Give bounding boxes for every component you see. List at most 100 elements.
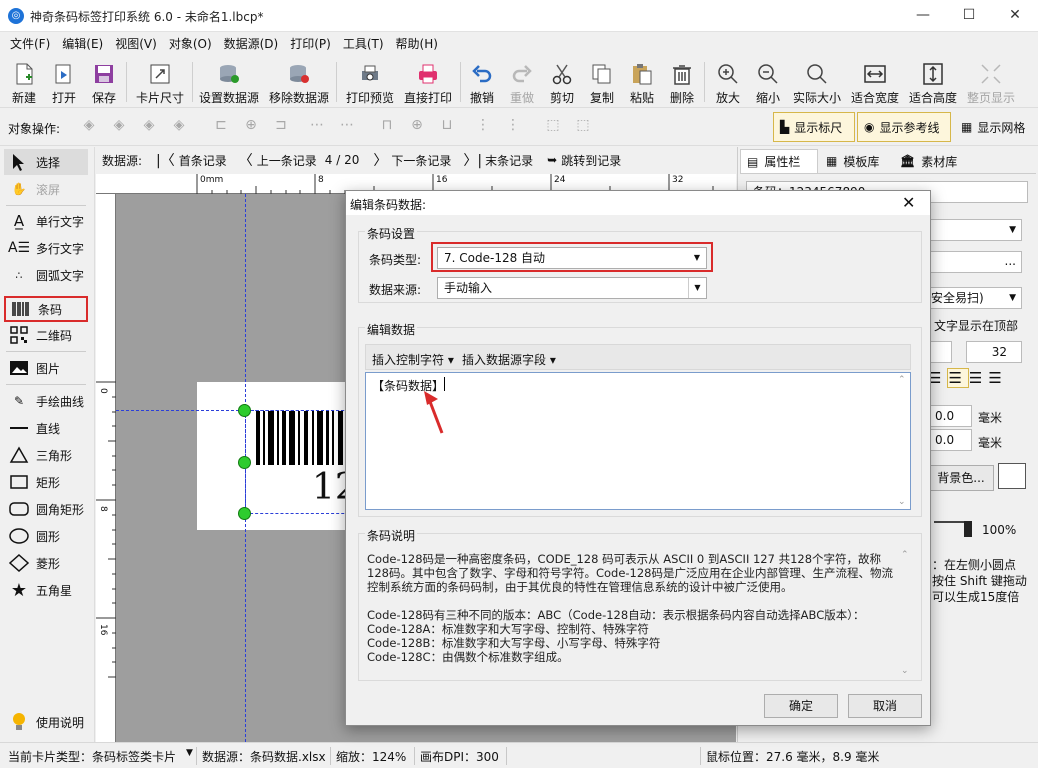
tool-line[interactable]: 直线 [4, 415, 88, 441]
offset-x-input[interactable]: 0.0 [928, 405, 972, 427]
ok-button[interactable]: 确定 [764, 694, 838, 718]
layer-icon[interactable]: ◈ [78, 117, 100, 137]
property-more-button[interactable]: ... [928, 251, 1022, 273]
data-source-select[interactable]: 手动输入 ▼ [437, 277, 707, 299]
opacity-slider-thumb[interactable] [964, 521, 972, 537]
tool-circle[interactable]: 圆形 [4, 523, 88, 549]
layer-icon[interactable]: ◈ [138, 117, 160, 137]
tool-diamond[interactable]: 菱形 [4, 550, 88, 576]
tool-rounded-rect[interactable]: 圆角矩形 [4, 496, 88, 522]
menu-tools[interactable]: 工具(T) [337, 32, 390, 56]
cancel-button[interactable]: 取消 [848, 694, 922, 718]
menu-object[interactable]: 对象(O) [163, 32, 218, 56]
tool-triangle[interactable]: 三角形 [4, 442, 88, 468]
zoom-out-button[interactable]: 缩小 [752, 58, 784, 106]
align-right-icon[interactable]: ⊐ [270, 117, 292, 137]
menu-print[interactable]: 打印(P) [284, 32, 337, 56]
remove-datasource-button[interactable]: 移除数据源 [268, 58, 330, 106]
first-record-button[interactable]: |〈 首条记录 [156, 150, 227, 170]
distribute-icon[interactable]: ⋯ [306, 117, 328, 137]
tab-properties[interactable]: ▤ 属性栏 [740, 149, 818, 173]
print-preview-button[interactable]: 打印预览 [344, 58, 396, 106]
layer-icon[interactable]: ◈ [108, 117, 130, 137]
cut-button[interactable]: 剪切 [546, 58, 578, 106]
fit-width-button[interactable]: 适合宽度 [848, 58, 902, 106]
open-button[interactable]: 打开 [48, 58, 80, 106]
copy-button[interactable]: 复制 [586, 58, 618, 106]
actual-size-button[interactable]: 实际大小 [790, 58, 844, 106]
insert-datasource-field-button[interactable]: 插入数据源字段 ▾ [462, 351, 556, 368]
align-middle-icon[interactable]: ⊕ [406, 117, 428, 137]
save-button[interactable]: 保存 [88, 58, 120, 106]
align-center-icon[interactable]: ⊕ [240, 117, 262, 137]
resize-handle[interactable] [238, 507, 251, 520]
tool-freehand[interactable]: ✎ 手绘曲线 [4, 388, 88, 414]
help-button[interactable]: 使用说明 [4, 709, 88, 735]
zoom-in-button[interactable]: 放大 [712, 58, 744, 106]
dialog-close-icon[interactable]: ✕ [902, 193, 915, 212]
barcode-type-select[interactable]: 7. Code-128 自动 ▼ [437, 247, 707, 269]
group-icon[interactable]: ⬚ [542, 117, 564, 137]
tool-image[interactable]: 图片 [4, 355, 88, 381]
resize-handle[interactable] [238, 456, 251, 469]
menu-datasource[interactable]: 数据源(D) [218, 32, 285, 56]
last-record-button[interactable]: 〉| 末条记录 [463, 150, 533, 170]
tab-templates[interactable]: ▦ 模板库 [820, 149, 892, 173]
font-size-input[interactable]: 32 [966, 341, 1022, 363]
tool-arc-text[interactable]: ∴ 圆弧文字 [4, 262, 88, 288]
align-left-icon[interactable]: ⊏ [210, 117, 232, 137]
tool-star[interactable]: ★ 五角星 [4, 577, 88, 603]
paste-button[interactable]: 粘贴 [626, 58, 658, 106]
menu-help[interactable]: 帮助(H) [390, 32, 444, 56]
offset-y-input[interactable]: 0.0 [928, 429, 972, 451]
card-size-button[interactable]: 卡片尺寸 [134, 58, 186, 106]
tab-materials[interactable]: 🏛 素材库 [894, 149, 974, 173]
ungroup-icon[interactable]: ⬚ [572, 117, 594, 137]
set-datasource-button[interactable]: 设置数据源 [198, 58, 260, 106]
editor-scrollbar[interactable]: ⌃ ⌄ [896, 375, 910, 507]
direct-print-button[interactable]: 直接打印 [402, 58, 454, 106]
menu-file[interactable]: 文件(F) [4, 32, 56, 56]
full-page-button[interactable]: 整页显示 [964, 58, 1018, 106]
delete-button[interactable]: 删除 [666, 58, 698, 106]
description-scrollbar[interactable]: ⌃ ⌄ [899, 550, 913, 676]
maximize-button[interactable]: ☐ [946, 0, 992, 32]
distribute-icon[interactable]: ⋮ [472, 117, 494, 137]
tool-scroll[interactable]: ✋ 滚屏 [4, 176, 88, 202]
minimize-button[interactable]: — [900, 0, 946, 32]
jump-record-button[interactable]: ➥ 跳转到记录 [547, 152, 621, 169]
tool-rectangle[interactable]: 矩形 [4, 469, 88, 495]
tool-multi-text[interactable]: A☰ 多行文字 [4, 235, 88, 261]
fit-height-button[interactable]: 适合高度 [906, 58, 960, 106]
close-button[interactable]: ✕ [992, 0, 1038, 32]
align-bottom-icon[interactable]: ⊔ [436, 117, 458, 137]
layer-icon[interactable]: ◈ [168, 117, 190, 137]
barcode-data-editor[interactable]: 【条码数据】 ⌃ ⌄ [365, 372, 911, 510]
background-color-button[interactable]: 背景色... [928, 465, 994, 491]
dropdown-icon[interactable]: ▼ [186, 748, 193, 758]
tool-select[interactable]: 选择 [4, 149, 88, 175]
show-guides-toggle[interactable]: ◉ 显示参考线 [857, 112, 951, 142]
redo-button[interactable]: 重做 [506, 58, 538, 106]
color-swatch[interactable] [998, 463, 1026, 489]
align-top-icon[interactable]: ⊓ [376, 117, 398, 137]
new-button[interactable]: 新建 [8, 58, 40, 106]
menu-edit[interactable]: 编辑(E) [56, 32, 109, 56]
distribute-icon[interactable]: ⋯ [336, 117, 358, 137]
insert-control-char-button[interactable]: 插入控制字符 ▾ [372, 351, 454, 368]
undo-button[interactable]: 撤销 [466, 58, 498, 106]
tool-qrcode[interactable]: 二维码 [4, 322, 88, 348]
resize-handle[interactable] [238, 404, 251, 417]
next-record-button[interactable]: 〉下一条记录 [373, 150, 451, 170]
tool-barcode[interactable]: 条码 [4, 296, 88, 322]
show-ruler-toggle[interactable]: ▙ 显示标尺 [773, 112, 855, 142]
spin-input[interactable] [928, 341, 952, 363]
text-align-buttons[interactable]: ☰☰☰☰ [928, 368, 1008, 388]
tool-single-text[interactable]: A̲ 单行文字 [4, 208, 88, 234]
show-grid-toggle[interactable]: ▦ 显示网格 [954, 112, 1034, 142]
scan-mode-dropdown[interactable]: 安全易扫) ▼ [928, 287, 1022, 309]
menu-view[interactable]: 视图(V) [109, 32, 163, 56]
prev-record-button[interactable]: 〈上一条记录 [239, 150, 317, 170]
property-dropdown[interactable]: ▼ [928, 219, 1022, 241]
distribute-icon[interactable]: ⋮ [502, 117, 524, 137]
